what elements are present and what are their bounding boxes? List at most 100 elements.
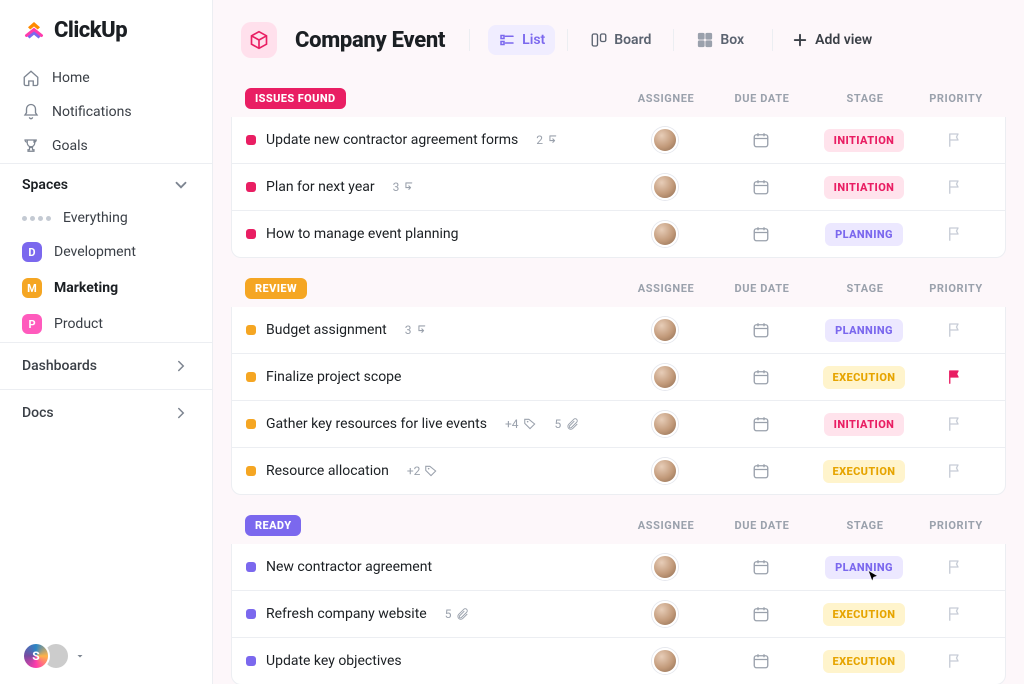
due-date-cell[interactable] [713,462,809,480]
view-tab-box[interactable]: Box [686,25,754,55]
view-tab-board[interactable]: Board [580,25,661,55]
assignee-avatar[interactable] [652,127,678,153]
task-row[interactable]: Budget assignment 3 PLANNING [231,307,1006,354]
task-row[interactable]: Plan for next year 3 INITIATION [231,164,1006,211]
assignee-avatar[interactable] [652,221,678,247]
chevron-right-icon [172,404,190,422]
extra-tags[interactable]: +2 [407,464,439,478]
avatar-self[interactable]: S [22,642,50,670]
calendar-icon [752,178,770,196]
task-title: Refresh company website [266,606,427,622]
stage-badge[interactable]: EXECUTION [823,460,906,483]
sidebar-space-product[interactable]: P Product [0,306,212,342]
priority-flag[interactable] [919,415,991,433]
task-row[interactable]: Finalize project scope EXECUTION [231,354,1006,401]
task-title: Gather key resources for live events [266,416,487,432]
extra-tags[interactable]: +4 [505,417,537,431]
task-title: Update new contractor agreement forms [266,132,518,148]
task-row[interactable]: New contractor agreement PLANNING [231,544,1006,591]
sidebar-item-everything[interactable]: Everything [0,202,212,234]
col-assignee: ASSIGNEE [618,282,714,295]
group-name-pill[interactable]: ISSUES FOUND [245,88,346,109]
stage-badge[interactable]: EXECUTION [823,603,906,626]
assignee-avatar[interactable] [652,364,678,390]
assignee-avatar[interactable] [652,554,678,580]
task-row[interactable]: Refresh company website 5 EXECUTION [231,591,1006,638]
col-due: DUE DATE [714,519,810,532]
due-date-cell[interactable] [713,131,809,149]
caret-down-icon[interactable] [74,647,86,665]
calendar-icon [752,605,770,623]
calendar-icon [752,131,770,149]
assignee-avatar[interactable] [652,411,678,437]
sidebar-space-development[interactable]: D Development [0,234,212,270]
due-date-cell[interactable] [713,178,809,196]
stage-badge[interactable]: INITIATION [824,129,905,152]
nav-item-goals[interactable]: Goals [0,129,212,163]
due-date-cell[interactable] [713,321,809,339]
priority-flag[interactable] [919,368,991,386]
col-assignee: ASSIGNEE [618,519,714,532]
subtask-count[interactable]: 3 [405,323,430,337]
group-name-pill[interactable]: READY [245,515,301,536]
due-date-cell[interactable] [713,558,809,576]
task-row[interactable]: Gather key resources for live events +4 … [231,401,1006,448]
stage-badge[interactable]: INITIATION [824,176,905,199]
trophy-icon [22,137,40,155]
assignee-avatar[interactable] [652,174,678,200]
priority-flag[interactable] [919,462,991,480]
col-priority: PRIORITY [920,519,992,532]
priority-flag[interactable] [919,321,991,339]
calendar-icon [752,558,770,576]
priority-flag[interactable] [919,131,991,149]
subtask-count[interactable]: 2 [536,133,561,147]
sidebar-row-docs[interactable]: Docs [0,389,212,436]
due-date-cell[interactable] [713,605,809,623]
attachment-count[interactable]: 5 [445,607,470,621]
assignee-avatar[interactable] [652,601,678,627]
task-status-square-icon [246,325,256,335]
stage-badge[interactable]: PLANNING [825,556,903,579]
priority-flag[interactable] [919,652,991,670]
assignee-avatar[interactable] [652,458,678,484]
brand-name: ClickUp [54,18,127,43]
nav-item-notifications[interactable]: Notifications [0,95,212,129]
subtask-count[interactable]: 3 [393,180,418,194]
list-view-icon [498,31,516,49]
view-tab-label: Box [720,32,744,48]
topbar: Company Event List Board Box Add view [213,0,1024,68]
stage-badge[interactable]: PLANNING [825,223,903,246]
sidebar-space-marketing[interactable]: M Marketing [0,270,212,306]
task-row[interactable]: Update new contractor agreement forms 2 … [231,117,1006,164]
assignee-avatar[interactable] [652,648,678,674]
spaces-header[interactable]: Spaces [0,163,212,202]
space-label: Marketing [54,280,118,296]
task-row[interactable]: Update key objectives EXECUTION [231,638,1006,684]
separator [673,29,674,51]
home-icon [22,69,40,87]
stage-badge[interactable]: EXECUTION [823,366,906,389]
stage-badge[interactable]: PLANNING [825,319,903,342]
add-view-button[interactable]: Add view [791,31,872,49]
stage-badge[interactable]: EXECUTION [823,650,906,673]
due-date-cell[interactable] [713,415,809,433]
sidebar-footer: S [0,628,212,684]
task-row[interactable]: How to manage event planning PLANNING [231,211,1006,258]
assignee-avatar[interactable] [652,317,678,343]
priority-flag[interactable] [919,225,991,243]
due-date-cell[interactable] [713,225,809,243]
attachment-count[interactable]: 5 [555,417,580,431]
task-row[interactable]: Resource allocation +2 EXECUTION [231,448,1006,495]
view-tab-list[interactable]: List [488,25,555,55]
due-date-cell[interactable] [713,368,809,386]
nav-item-home[interactable]: Home [0,61,212,95]
group-name-pill[interactable]: REVIEW [245,278,307,299]
brand[interactable]: ClickUp [0,18,212,61]
priority-flag[interactable] [919,605,991,623]
due-date-cell[interactable] [713,652,809,670]
stage-badge[interactable]: INITIATION [824,413,905,436]
priority-flag[interactable] [919,178,991,196]
sidebar-row-dashboards[interactable]: Dashboards [0,342,212,389]
space-chip-icon: D [22,242,42,262]
priority-flag[interactable] [919,558,991,576]
